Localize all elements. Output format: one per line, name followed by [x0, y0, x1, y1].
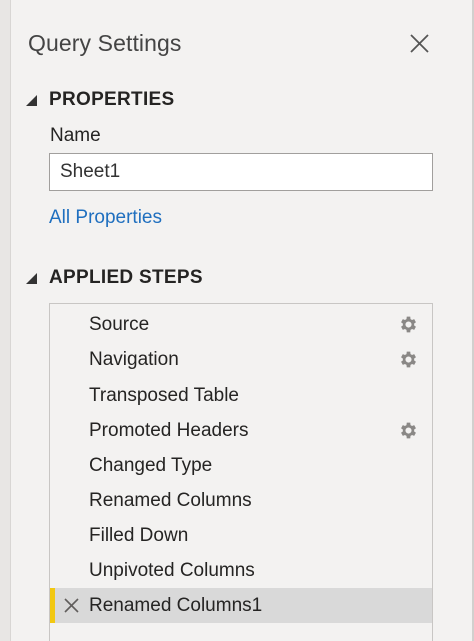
- applied-steps-list: Source Navigation Transposed Table Promo…: [49, 303, 433, 641]
- step-label: Source: [89, 313, 150, 335]
- step-unpivoted-columns[interactable]: Unpivoted Columns: [50, 553, 432, 588]
- step-navigation[interactable]: Navigation: [50, 342, 432, 377]
- delete-step-icon[interactable]: [64, 598, 79, 613]
- name-label: Name: [50, 125, 101, 146]
- step-transposed-table[interactable]: Transposed Table: [50, 378, 432, 413]
- step-source[interactable]: Source: [50, 307, 432, 342]
- step-label: Unpivoted Columns: [89, 559, 255, 581]
- step-label: Renamed Columns: [89, 489, 252, 511]
- step-label: Changed Type: [89, 454, 213, 476]
- query-settings-pane: Query Settings PROPERTIES Name All Prope…: [0, 0, 474, 641]
- step-promoted-headers[interactable]: Promoted Headers: [50, 413, 432, 448]
- step-label: Navigation: [89, 348, 179, 370]
- step-filled-down[interactable]: Filled Down: [50, 518, 432, 553]
- step-label: Transposed Table: [89, 384, 239, 406]
- gear-icon[interactable]: [398, 349, 419, 370]
- properties-header-label: PROPERTIES: [49, 89, 175, 110]
- gear-icon[interactable]: [398, 314, 419, 335]
- gear-icon[interactable]: [398, 420, 419, 441]
- properties-section-header[interactable]: PROPERTIES: [24, 89, 174, 111]
- triangle-down-icon: [26, 273, 37, 284]
- step-renamed-columns[interactable]: Renamed Columns: [50, 483, 432, 518]
- pane-splitter[interactable]: [0, 0, 11, 641]
- all-properties-link[interactable]: All Properties: [49, 207, 162, 229]
- applied-steps-section-header[interactable]: APPLIED STEPS: [24, 267, 203, 289]
- pane-title: Query Settings: [28, 30, 182, 56]
- selected-step-marker: [50, 588, 55, 623]
- close-icon[interactable]: [404, 29, 434, 59]
- step-label: Filled Down: [89, 524, 189, 546]
- applied-steps-header-label: APPLIED STEPS: [49, 267, 203, 288]
- name-input[interactable]: [49, 153, 433, 191]
- step-label: Renamed Columns1: [89, 594, 263, 616]
- triangle-down-icon: [26, 95, 37, 106]
- step-label: Promoted Headers: [89, 419, 249, 441]
- step-renamed-columns1[interactable]: Renamed Columns1: [50, 588, 432, 623]
- step-changed-type[interactable]: Changed Type: [50, 448, 432, 483]
